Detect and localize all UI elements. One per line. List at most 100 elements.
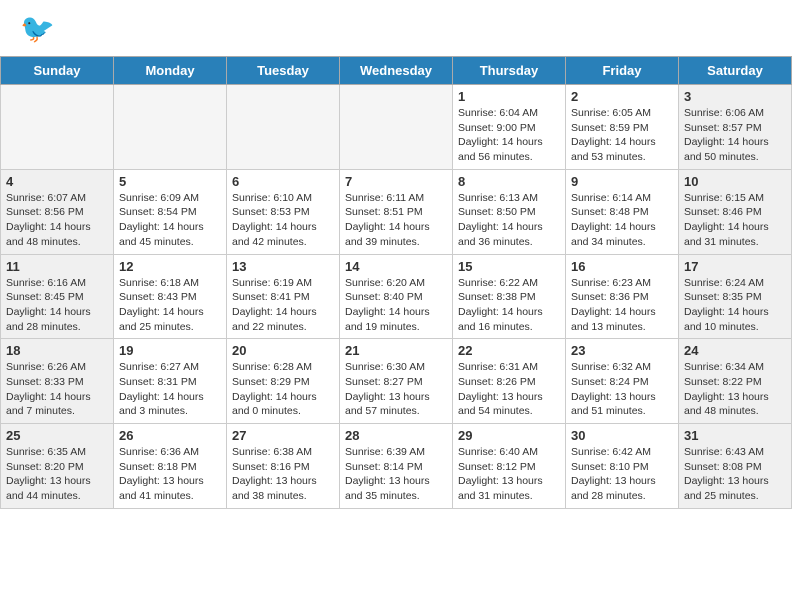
day-info: Sunrise: 6:04 AM Sunset: 9:00 PM Dayligh… — [458, 106, 560, 165]
calendar-cell: 18 Sunrise: 6:26 AM Sunset: 8:33 PM Dayli… — [1, 339, 114, 424]
calendar-cell — [114, 85, 227, 170]
day-number: 14 — [345, 259, 447, 274]
day-number: 21 — [345, 343, 447, 358]
calendar-cell: 9Sunrise: 6:14 AM Sunset: 8:48 PM Daylig… — [566, 169, 679, 254]
calendar-row-4: 25Sunrise: 6:35 AM Sunset: 8:20 PM Dayli… — [1, 424, 792, 509]
day-info: Sunrise: 6:28 AM Sunset: 8:29 PM Dayligh… — [232, 360, 334, 419]
calendar-cell: 12Sunrise: 6:18 AM Sunset: 8:43 PM Dayli… — [114, 254, 227, 339]
calendar-row-1: 4 Sunrise: 6:07 AM Sunset: 8:56 PM Daylig… — [1, 169, 792, 254]
day-info: Sunrise: 6:16 AM Sunset: 8:45 PM Dayligh… — [6, 276, 108, 335]
day-info: Sunrise: 6:07 AM Sunset: 8:56 PM Dayligh… — [6, 191, 108, 250]
day-info: Sunrise: 6:34 AM Sunset: 8:22 PM Dayligh… — [684, 360, 786, 419]
svg-text:🐦: 🐦 — [20, 13, 55, 44]
calendar-cell: 16Sunrise: 6:23 AM Sunset: 8:36 PM Dayli… — [566, 254, 679, 339]
day-number: 31 — [684, 428, 786, 443]
day-info: Sunrise: 6:36 AM Sunset: 8:18 PM Dayligh… — [119, 445, 221, 504]
day-info: Sunrise: 6:14 AM Sunset: 8:48 PM Dayligh… — [571, 191, 673, 250]
calendar-cell — [227, 85, 340, 170]
calendar-cell: 23 Sunrise: 6:32 AM Sunset: 8:24 PM Dayli… — [566, 339, 679, 424]
day-number: 3 — [684, 89, 786, 104]
weekday-header-wednesday: Wednesday — [340, 57, 453, 85]
header: 🐦 — [0, 0, 792, 56]
day-number: 12 — [119, 259, 221, 274]
day-number: 29 — [458, 428, 560, 443]
calendar-cell: 22 Sunrise: 6:31 AM Sunset: 8:26 PM Dayli… — [453, 339, 566, 424]
day-info: Sunrise: 6:09 AM Sunset: 8:54 PM Dayligh… — [119, 191, 221, 250]
calendar-cell: 4 Sunrise: 6:07 AM Sunset: 8:56 PM Daylig… — [1, 169, 114, 254]
day-info: Sunrise: 6:26 AM Sunset: 8:33 PM Dayligh… — [6, 360, 108, 419]
calendar-cell: 25Sunrise: 6:35 AM Sunset: 8:20 PM Dayli… — [1, 424, 114, 509]
logo-icon: 🐦 — [20, 10, 56, 51]
weekday-header-tuesday: Tuesday — [227, 57, 340, 85]
day-number: 1 — [458, 89, 560, 104]
calendar-cell: 20 Sunrise: 6:28 AM Sunset: 8:29 PM Dayli… — [227, 339, 340, 424]
day-info: Sunrise: 6:40 AM Sunset: 8:12 PM Dayligh… — [458, 445, 560, 504]
calendar-cell: 3 Sunrise: 6:06 AM Sunset: 8:57 PM Daylig… — [679, 85, 792, 170]
day-info: Sunrise: 6:05 AM Sunset: 8:59 PM Dayligh… — [571, 106, 673, 165]
calendar-cell: 27Sunrise: 6:38 AM Sunset: 8:16 PM Dayli… — [227, 424, 340, 509]
calendar-cell: 31 Sunrise: 6:43 AM Sunset: 8:08 PM Dayli… — [679, 424, 792, 509]
calendar-cell: 29 Sunrise: 6:40 AM Sunset: 8:12 PM Dayli… — [453, 424, 566, 509]
calendar-cell: 30 Sunrise: 6:42 AM Sunset: 8:10 PM Dayli… — [566, 424, 679, 509]
calendar-cell: 21Sunrise: 6:30 AM Sunset: 8:27 PM Dayli… — [340, 339, 453, 424]
day-number: 6 — [232, 174, 334, 189]
day-number: 4 — [6, 174, 108, 189]
day-number: 11 — [6, 259, 108, 274]
day-number: 28 — [345, 428, 447, 443]
day-info: Sunrise: 6:39 AM Sunset: 8:14 PM Dayligh… — [345, 445, 447, 504]
day-number: 2 — [571, 89, 673, 104]
logo: 🐦 — [20, 10, 60, 51]
calendar-cell: 5 Sunrise: 6:09 AM Sunset: 8:54 PM Daylig… — [114, 169, 227, 254]
calendar-cell: 15 Sunrise: 6:22 AM Sunset: 8:38 PM Dayli… — [453, 254, 566, 339]
calendar-cell: 28 Sunrise: 6:39 AM Sunset: 8:14 PM Dayli… — [340, 424, 453, 509]
day-number: 7 — [345, 174, 447, 189]
day-number: 8 — [458, 174, 560, 189]
calendar-cell: 13Sunrise: 6:19 AM Sunset: 8:41 PM Dayli… — [227, 254, 340, 339]
day-number: 22 — [458, 343, 560, 358]
day-number: 30 — [571, 428, 673, 443]
calendar-row-2: 11 Sunrise: 6:16 AM Sunset: 8:45 PM Dayli… — [1, 254, 792, 339]
calendar-cell: 24 Sunrise: 6:34 AM Sunset: 8:22 PM Dayli… — [679, 339, 792, 424]
weekday-header-monday: Monday — [114, 57, 227, 85]
day-info: Sunrise: 6:10 AM Sunset: 8:53 PM Dayligh… — [232, 191, 334, 250]
calendar-cell: 1 Sunrise: 6:04 AM Sunset: 9:00 PM Daylig… — [453, 85, 566, 170]
day-info: Sunrise: 6:15 AM Sunset: 8:46 PM Dayligh… — [684, 191, 786, 250]
day-info: Sunrise: 6:31 AM Sunset: 8:26 PM Dayligh… — [458, 360, 560, 419]
calendar-cell: 14 Sunrise: 6:20 AM Sunset: 8:40 PM Dayli… — [340, 254, 453, 339]
weekday-header-thursday: Thursday — [453, 57, 566, 85]
day-number: 15 — [458, 259, 560, 274]
calendar-row-3: 18 Sunrise: 6:26 AM Sunset: 8:33 PM Dayli… — [1, 339, 792, 424]
day-info: Sunrise: 6:42 AM Sunset: 8:10 PM Dayligh… — [571, 445, 673, 504]
calendar-cell: 17Sunrise: 6:24 AM Sunset: 8:35 PM Dayli… — [679, 254, 792, 339]
calendar-cell: 8Sunrise: 6:13 AM Sunset: 8:50 PM Daylig… — [453, 169, 566, 254]
calendar-cell: 6 Sunrise: 6:10 AM Sunset: 8:53 PM Daylig… — [227, 169, 340, 254]
calendar-cell: 26 Sunrise: 6:36 AM Sunset: 8:18 PM Dayli… — [114, 424, 227, 509]
day-number: 24 — [684, 343, 786, 358]
day-info: Sunrise: 6:43 AM Sunset: 8:08 PM Dayligh… — [684, 445, 786, 504]
day-number: 18 — [6, 343, 108, 358]
weekday-header-sunday: Sunday — [1, 57, 114, 85]
day-info: Sunrise: 6:06 AM Sunset: 8:57 PM Dayligh… — [684, 106, 786, 165]
day-info: Sunrise: 6:32 AM Sunset: 8:24 PM Dayligh… — [571, 360, 673, 419]
day-number: 19 — [119, 343, 221, 358]
calendar-cell: 19Sunrise: 6:27 AM Sunset: 8:31 PM Dayli… — [114, 339, 227, 424]
day-number: 26 — [119, 428, 221, 443]
day-info: Sunrise: 6:11 AM Sunset: 8:51 PM Dayligh… — [345, 191, 447, 250]
calendar-cell: 2 Sunrise: 6:05 AM Sunset: 8:59 PM Daylig… — [566, 85, 679, 170]
day-info: Sunrise: 6:20 AM Sunset: 8:40 PM Dayligh… — [345, 276, 447, 335]
day-number: 20 — [232, 343, 334, 358]
day-info: Sunrise: 6:24 AM Sunset: 8:35 PM Dayligh… — [684, 276, 786, 335]
day-number: 13 — [232, 259, 334, 274]
calendar-cell: 11 Sunrise: 6:16 AM Sunset: 8:45 PM Dayli… — [1, 254, 114, 339]
calendar-table: SundayMondayTuesdayWednesdayThursdayFrid… — [0, 56, 792, 509]
day-number: 16 — [571, 259, 673, 274]
day-info: Sunrise: 6:35 AM Sunset: 8:20 PM Dayligh… — [6, 445, 108, 504]
day-number: 5 — [119, 174, 221, 189]
calendar-cell: 10 Sunrise: 6:15 AM Sunset: 8:46 PM Dayli… — [679, 169, 792, 254]
day-number: 23 — [571, 343, 673, 358]
day-info: Sunrise: 6:22 AM Sunset: 8:38 PM Dayligh… — [458, 276, 560, 335]
calendar-cell: 7 Sunrise: 6:11 AM Sunset: 8:51 PM Daylig… — [340, 169, 453, 254]
day-number: 10 — [684, 174, 786, 189]
weekday-header-friday: Friday — [566, 57, 679, 85]
weekday-header-saturday: Saturday — [679, 57, 792, 85]
